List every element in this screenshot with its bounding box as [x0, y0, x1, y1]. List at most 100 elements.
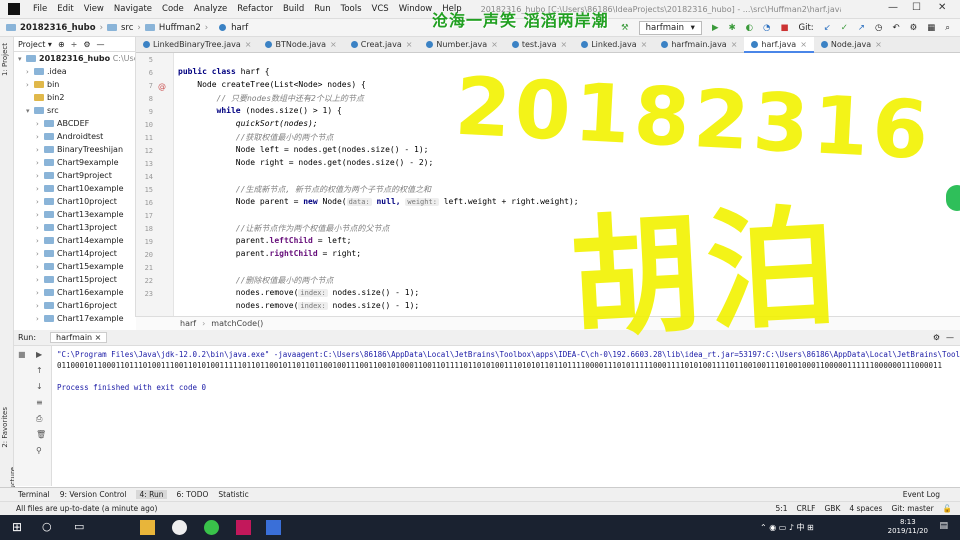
- close-tab-icon[interactable]: ×: [491, 40, 498, 49]
- hide-panel-icon[interactable]: —: [97, 40, 105, 49]
- tree-item[interactable]: › Chart16example: [14, 286, 135, 299]
- tree-item[interactable]: › Chart10project: [14, 195, 135, 208]
- tab-node[interactable]: Node.java ×: [814, 37, 889, 53]
- panel-settings-icon[interactable]: ⚙: [83, 40, 90, 49]
- git-branch[interactable]: Git: master: [891, 504, 933, 513]
- profile-icon[interactable]: ◔: [763, 23, 770, 33]
- tab-run[interactable]: 4: Run: [136, 490, 167, 499]
- breadcrumb-class[interactable]: harf: [180, 319, 196, 328]
- tree-item[interactable]: › .idea: [14, 65, 135, 78]
- menu-view[interactable]: View: [79, 4, 109, 14]
- collapse-icon[interactable]: ÷: [71, 40, 78, 49]
- build-hammer-icon[interactable]: ⚒: [621, 23, 629, 33]
- line-separator[interactable]: CRLF: [797, 504, 816, 513]
- caret-position[interactable]: 5:1: [775, 504, 787, 513]
- tree-item-root[interactable]: ▾20182316_hubo C:\Users\86186\: [14, 52, 135, 65]
- nav-package[interactable]: Huffman2: [159, 23, 201, 33]
- stop-icon[interactable]: ■: [780, 23, 788, 33]
- app-icon[interactable]: [172, 520, 187, 535]
- file-encoding[interactable]: GBK: [824, 504, 840, 513]
- tree-item[interactable]: › Chart13example: [14, 208, 135, 221]
- clear-icon[interactable]: 🗑: [36, 430, 46, 439]
- scroll-up-icon[interactable]: ↑: [36, 366, 43, 375]
- tab-linkedbinarytree[interactable]: LinkedBinaryTree.java ×: [136, 37, 258, 53]
- rerun-icon[interactable]: ▶: [36, 350, 42, 359]
- event-log-button[interactable]: Event Log: [903, 490, 940, 499]
- system-tray-icons[interactable]: ⌃ ◉ ▭ ♪ 中 ⊞: [760, 522, 814, 533]
- tree-item[interactable]: › ABCDEF: [14, 117, 135, 130]
- tab-number[interactable]: Number.java ×: [419, 37, 504, 53]
- close-tab-icon[interactable]: ×: [875, 40, 882, 49]
- pin-icon[interactable]: ⚲: [36, 446, 42, 455]
- tree-item[interactable]: › Chart14example: [14, 234, 135, 247]
- menu-refactor[interactable]: Refactor: [232, 4, 278, 14]
- indent-setting[interactable]: 4 spaces: [849, 504, 882, 513]
- search-icon[interactable]: ○: [42, 520, 57, 535]
- settings-icon[interactable]: ⚙: [910, 23, 918, 33]
- tree-item[interactable]: › Chart16project: [14, 299, 135, 312]
- git-commit-icon[interactable]: ✓: [841, 23, 848, 33]
- menu-build[interactable]: Build: [278, 4, 309, 14]
- close-tab-icon[interactable]: ×: [406, 40, 413, 49]
- run-console[interactable]: "C:\Program Files\Java\jdk-12.0.2\bin\ja…: [52, 346, 960, 486]
- app-icon[interactable]: [266, 520, 281, 535]
- soft-wrap-icon[interactable]: ≡: [36, 398, 43, 407]
- locate-icon[interactable]: ⊕: [58, 40, 65, 49]
- tree-item[interactable]: › Chart10example: [14, 182, 135, 195]
- tree-item[interactable]: › bin: [14, 78, 135, 91]
- tab-harfmain[interactable]: harfmain.java ×: [654, 37, 744, 53]
- method-override-icon[interactable]: @: [158, 82, 166, 91]
- menu-help[interactable]: Help: [437, 4, 466, 14]
- taskbar-clock[interactable]: 8:13 2019/11/20: [888, 518, 928, 536]
- close-icon[interactable]: ✕: [938, 2, 946, 13]
- tree-item[interactable]: › Chart9example: [14, 156, 135, 169]
- close-tab-icon[interactable]: ×: [641, 40, 648, 49]
- maximize-icon[interactable]: ☐: [912, 2, 921, 13]
- file-explorer-icon[interactable]: [140, 520, 155, 535]
- breadcrumb-method[interactable]: matchCode(): [211, 319, 263, 328]
- run-settings-icon[interactable]: ⚙: [933, 333, 940, 342]
- tab-todo[interactable]: 6: TODO: [177, 490, 209, 499]
- search-icon[interactable]: ⌕: [945, 23, 950, 33]
- minimize-icon[interactable]: —: [888, 2, 898, 13]
- project-tool-tab[interactable]: 1: Project: [1, 43, 9, 76]
- lock-icon[interactable]: 🔓: [943, 504, 952, 513]
- debug-icon[interactable]: ✱: [729, 23, 736, 33]
- tab-creat[interactable]: Creat.java ×: [344, 37, 420, 53]
- menu-run[interactable]: Run: [309, 4, 335, 14]
- tab-harf[interactable]: harf.java ×: [744, 36, 814, 53]
- menu-edit[interactable]: Edit: [52, 4, 78, 14]
- tree-item[interactable]: › Chart13project: [14, 221, 135, 234]
- menu-analyze[interactable]: Analyze: [189, 4, 233, 14]
- intellij-taskbar-icon[interactable]: [236, 520, 251, 535]
- nav-src[interactable]: src: [121, 23, 133, 33]
- menu-window[interactable]: Window: [394, 4, 438, 14]
- run-config-tab[interactable]: harfmain ×: [50, 332, 108, 343]
- menu-navigate[interactable]: Navigate: [109, 4, 157, 14]
- menu-tools[interactable]: Tools: [336, 4, 367, 14]
- menu-code[interactable]: Code: [157, 4, 189, 14]
- floating-green-button[interactable]: [946, 185, 960, 211]
- tree-item[interactable]: › Androidtest: [14, 130, 135, 143]
- git-update-icon[interactable]: ↙: [824, 23, 831, 33]
- close-tab-icon[interactable]: ×: [800, 40, 807, 49]
- tree-item[interactable]: › Chart9project: [14, 169, 135, 182]
- coverage-icon[interactable]: ◐: [746, 23, 753, 33]
- stop-run-icon[interactable]: ■: [18, 350, 26, 359]
- scroll-down-icon[interactable]: ↓: [36, 382, 43, 391]
- favorites-tool-tab[interactable]: 2: Favorites: [1, 407, 9, 448]
- browser-icon[interactable]: [204, 520, 219, 535]
- tab-btnode[interactable]: BTNode.java ×: [258, 37, 343, 53]
- tab-version-control[interactable]: 9: Version Control: [60, 490, 127, 499]
- git-push-icon[interactable]: ↗: [858, 23, 865, 33]
- notification-icon[interactable]: ▤: [939, 521, 948, 531]
- tree-item[interactable]: › Chart14project: [14, 247, 135, 260]
- project-view-select[interactable]: Project ▾: [18, 40, 52, 49]
- close-tab-icon[interactable]: ×: [731, 40, 738, 49]
- close-tab-icon[interactable]: ×: [245, 40, 252, 49]
- tree-item[interactable]: › Chart15example: [14, 260, 135, 273]
- tab-statistic[interactable]: Statistic: [218, 490, 248, 499]
- tree-item[interactable]: › Chart17example: [14, 312, 135, 325]
- tree-item[interactable]: › BinaryTreeshijan: [14, 143, 135, 156]
- run-hide-icon[interactable]: —: [946, 333, 954, 342]
